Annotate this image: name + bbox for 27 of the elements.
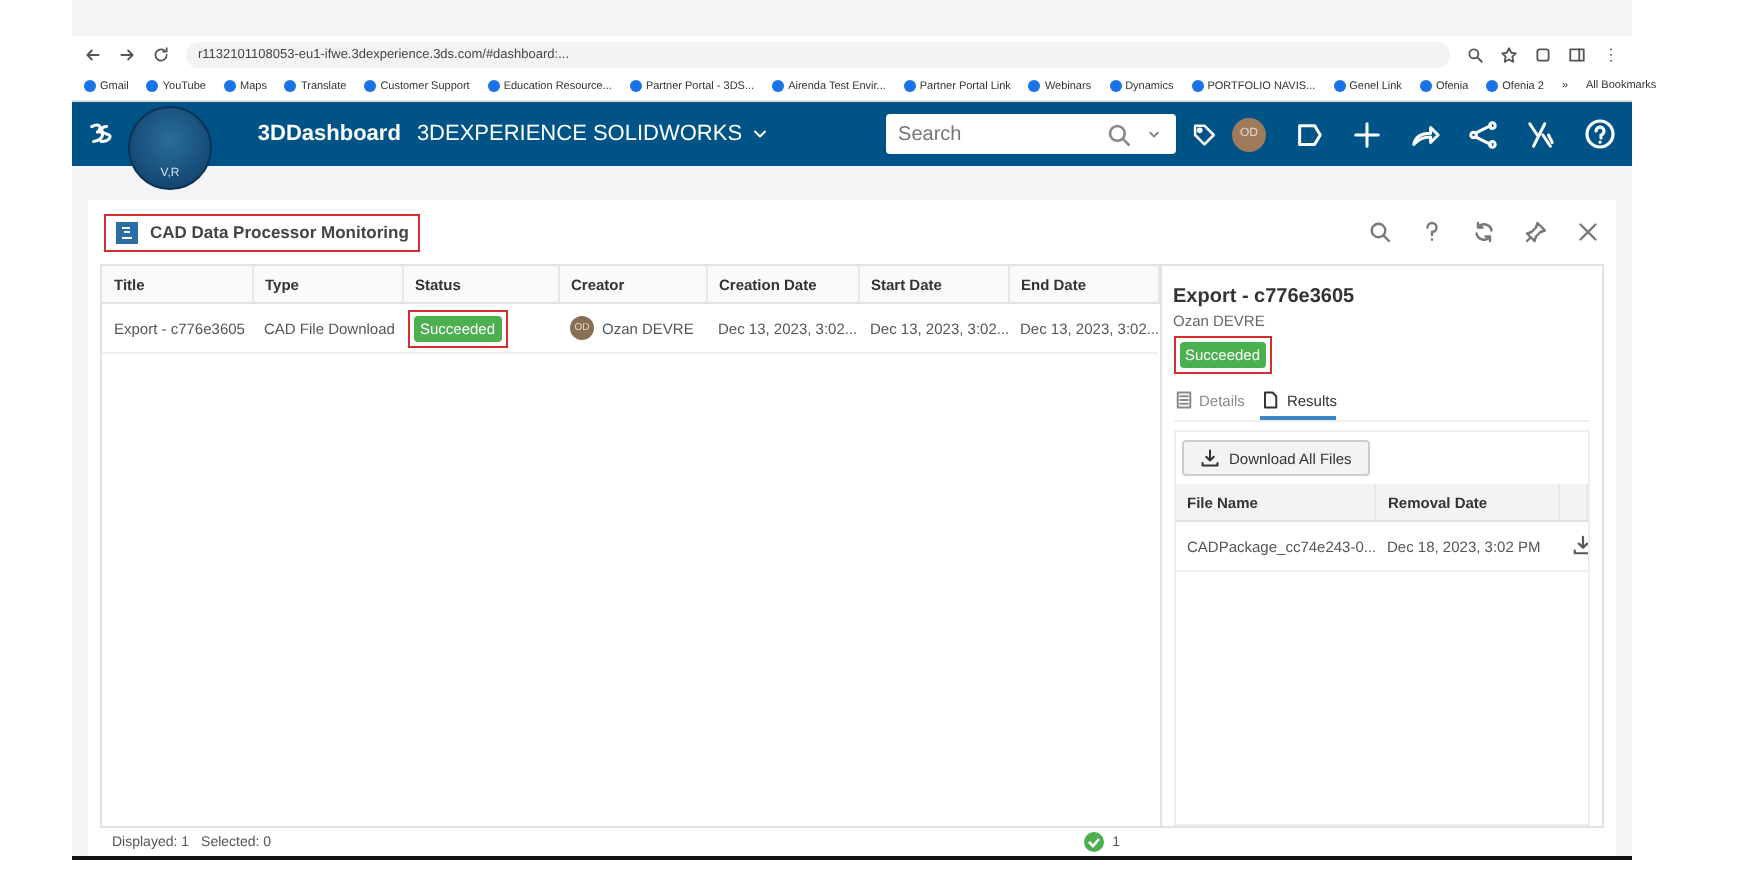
help-icon[interactable] <box>1420 220 1444 244</box>
document-icon <box>1260 390 1281 410</box>
platform-menu[interactable]: 3DEXPERIENCE SOLIDWORKS <box>416 122 771 146</box>
refresh-icon[interactable] <box>1472 220 1496 244</box>
tag-icon[interactable] <box>1191 119 1216 149</box>
star-icon[interactable] <box>1500 45 1518 63</box>
help-icon[interactable] <box>1584 118 1616 150</box>
app-name: 3DDashboard <box>257 122 401 146</box>
search-icon[interactable] <box>1368 220 1392 244</box>
network-icon[interactable] <box>1468 119 1498 149</box>
extension-icon[interactable] <box>1534 45 1552 63</box>
app-icon <box>116 221 138 243</box>
reload-icon[interactable] <box>152 45 170 63</box>
list-icon <box>1173 390 1193 410</box>
plus-icon[interactable] <box>1352 119 1382 149</box>
widget-title: CAD Data Processor Monitoring <box>104 213 421 251</box>
zoom-icon[interactable] <box>1466 45 1484 63</box>
search-field[interactable]: Search <box>886 114 1176 154</box>
details-title: Export - c776e3605 <box>1173 286 1357 308</box>
search-icon[interactable] <box>1105 121 1132 147</box>
close-icon[interactable] <box>1576 220 1600 244</box>
sidebar-icon[interactable] <box>1568 45 1586 63</box>
back-icon[interactable] <box>84 45 102 63</box>
forward-icon[interactable] <box>118 45 136 63</box>
download-icon <box>1199 448 1219 468</box>
download-icon[interactable] <box>1571 533 1587 555</box>
pin-icon[interactable] <box>1524 220 1548 244</box>
